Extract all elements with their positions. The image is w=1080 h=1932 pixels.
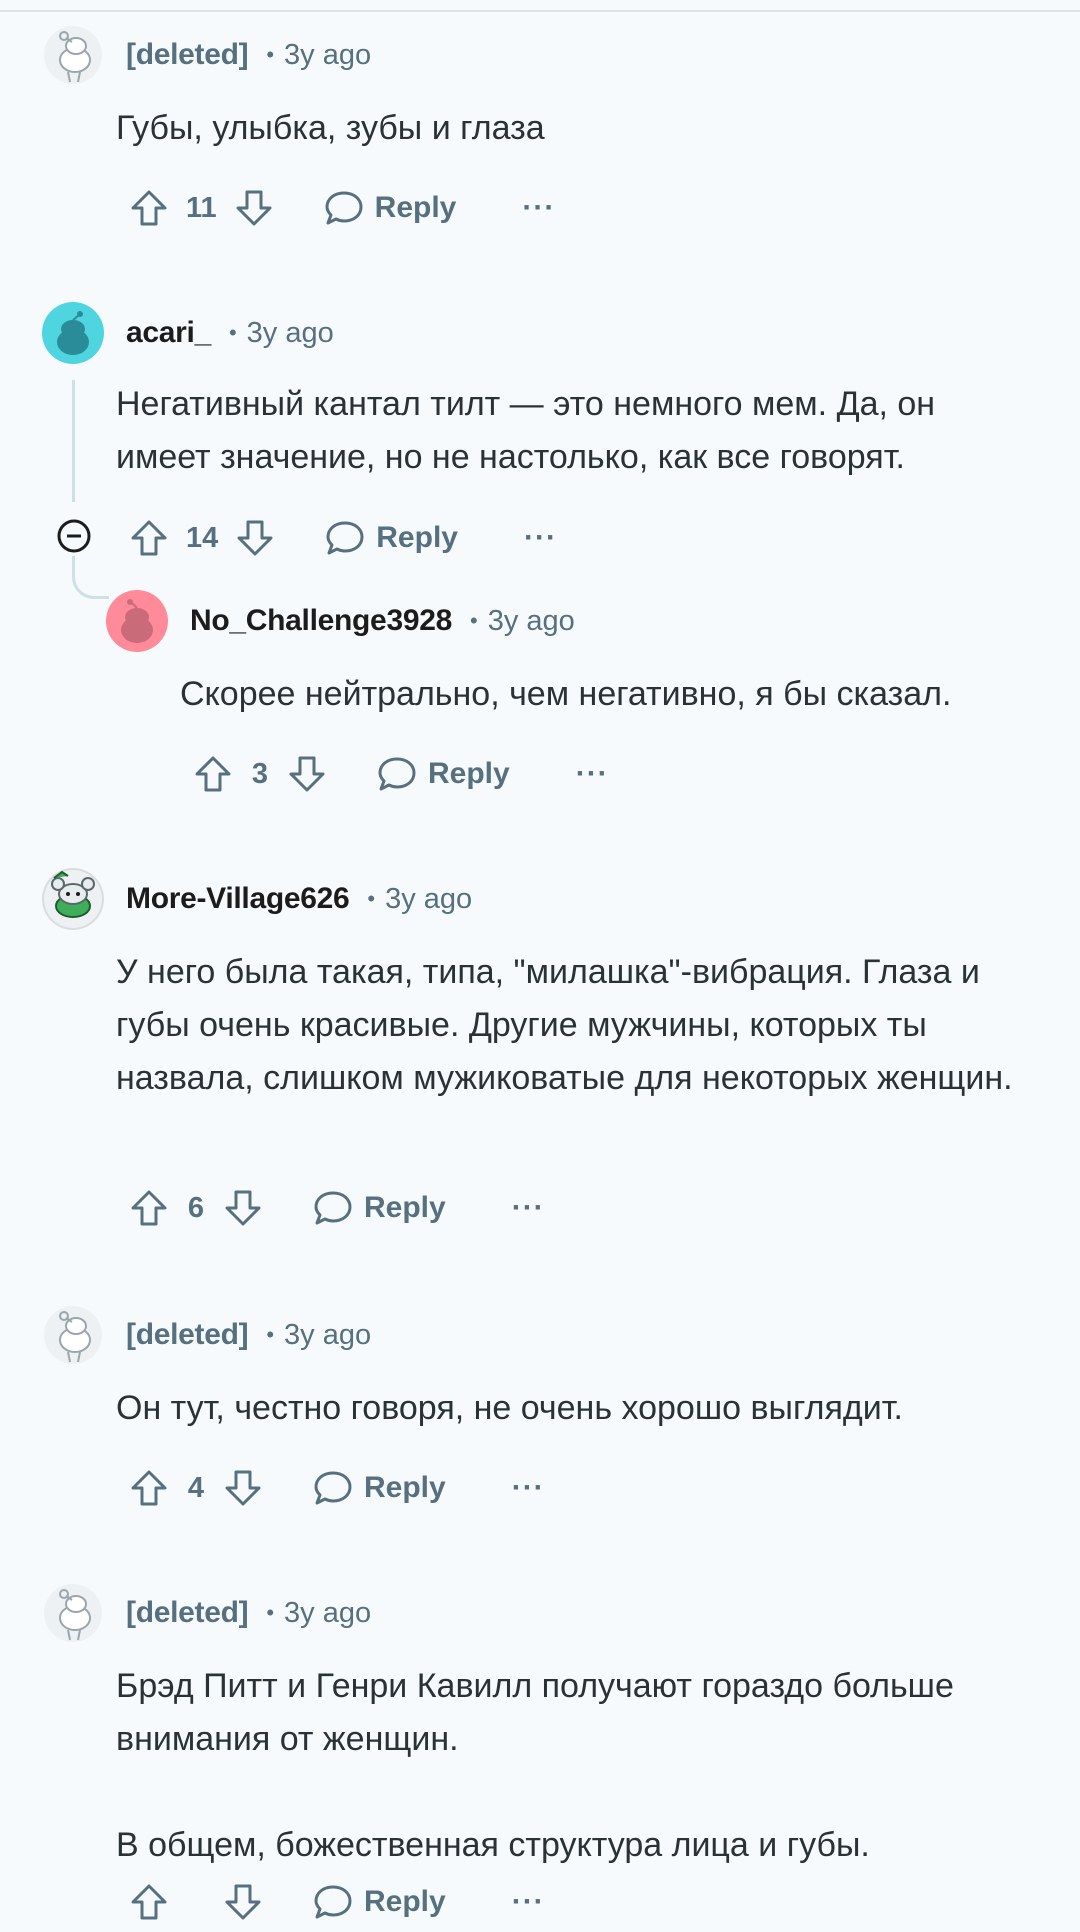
username[interactable]: No_Challenge3928 xyxy=(190,604,452,638)
comment-text: Негативный кантал тилт — это немного мем… xyxy=(116,385,936,476)
timestamp: 3y ago xyxy=(487,604,575,637)
speech-bubble-icon xyxy=(314,1471,352,1505)
username[interactable]: acari_ xyxy=(126,316,211,350)
reply-label: Reply xyxy=(364,1885,446,1918)
vote-count: 14 xyxy=(186,521,219,554)
timestamp: 3y ago xyxy=(284,38,372,71)
comment-actions: 4 Reply ··· xyxy=(126,1458,545,1518)
separator-dot: • xyxy=(266,1600,275,1625)
separator-dot: • xyxy=(266,1322,275,1347)
comment-text: У него была такая, типа, "милашка"-вибра… xyxy=(116,953,1013,1097)
comment-text: Брэд Питт и Генри Кавилл получают горазд… xyxy=(116,1667,954,1758)
separator-dot: • xyxy=(228,320,237,345)
downvote-arrow-icon[interactable] xyxy=(220,1185,266,1231)
comment-header: [deleted] • 3y ago xyxy=(42,24,371,86)
downvote-arrow-icon[interactable] xyxy=(220,1879,266,1925)
avatar[interactable] xyxy=(42,24,104,86)
more-options-button[interactable]: ··· xyxy=(512,1191,545,1225)
reply-button[interactable]: Reply xyxy=(324,517,458,559)
comment-body: Скорее нейтрально, чем негативно, я бы с… xyxy=(180,668,1040,721)
speech-bubble-icon xyxy=(314,1191,352,1225)
upvote-arrow-icon[interactable] xyxy=(126,185,172,231)
downvote-arrow-icon[interactable] xyxy=(284,751,330,797)
top-divider xyxy=(0,10,1080,12)
comment-header: More-Village626 • 3y ago xyxy=(42,868,472,930)
comment-header: [deleted] • 3y ago xyxy=(42,1304,371,1366)
comment-actions: 6 Reply ··· xyxy=(126,1178,545,1238)
reply-label: Reply xyxy=(364,1471,446,1504)
downvote-arrow-icon[interactable] xyxy=(220,1465,266,1511)
comment-actions: 11 Reply ··· xyxy=(126,178,555,238)
collapse-minus-icon[interactable] xyxy=(56,518,92,554)
comment-text: Губы, улыбка, зубы и глаза xyxy=(116,109,545,147)
comment-body: Негативный кантал тилт — это немного мем… xyxy=(116,378,1026,484)
separator-dot: • xyxy=(469,608,478,633)
avatar[interactable] xyxy=(42,1582,104,1644)
reply-label: Reply xyxy=(374,191,457,224)
upvote-arrow-icon[interactable] xyxy=(126,1879,172,1925)
thread-connector xyxy=(72,566,109,599)
comment-body: Брэд Питт и Генри Кавилл получают горазд… xyxy=(116,1660,976,1872)
reply-label: Reply xyxy=(428,757,510,790)
downvote-arrow-icon[interactable] xyxy=(232,515,278,561)
comment-actions: 14 Reply ··· xyxy=(126,508,557,568)
vote-count: 3 xyxy=(251,757,269,790)
reply-button[interactable]: Reply xyxy=(312,1467,446,1509)
more-options-button[interactable]: ··· xyxy=(512,1471,545,1505)
timestamp: 3y ago xyxy=(246,316,334,349)
avatar[interactable] xyxy=(42,302,104,364)
vote-count: 4 xyxy=(187,1471,205,1504)
comment-text: В общем, божественная структура лица и г… xyxy=(116,1826,870,1864)
vote-count: 11 xyxy=(186,191,217,224)
avatar[interactable] xyxy=(42,1304,104,1366)
thread-line xyxy=(72,380,75,502)
comment-body: У него была такая, типа, "милашка"-вибра… xyxy=(116,946,1026,1105)
reply-button[interactable]: Reply xyxy=(312,1881,446,1923)
speech-bubble-icon xyxy=(326,521,364,555)
upvote-arrow-icon[interactable] xyxy=(190,751,236,797)
upvote-arrow-icon[interactable] xyxy=(126,1185,172,1231)
reply-label: Reply xyxy=(364,1191,446,1224)
speech-bubble-icon xyxy=(314,1885,352,1919)
avatar[interactable] xyxy=(42,868,104,930)
downvote-arrow-icon[interactable] xyxy=(231,185,277,231)
username[interactable]: More-Village626 xyxy=(126,882,350,916)
more-options-button[interactable]: ··· xyxy=(512,1885,545,1919)
comment-header: acari_ • 3y ago xyxy=(42,302,334,364)
comment-text: Скорее нейтрально, чем негативно, я бы с… xyxy=(180,675,952,713)
reply-button[interactable]: Reply xyxy=(312,1187,446,1229)
separator-dot: • xyxy=(266,42,275,67)
avatar[interactable] xyxy=(106,590,168,652)
comment-text: Он тут, честно говоря, не очень хорошо в… xyxy=(116,1389,903,1427)
more-options-button[interactable]: ··· xyxy=(524,521,557,555)
speech-bubble-icon xyxy=(378,757,416,791)
more-options-button[interactable]: ··· xyxy=(576,757,609,791)
timestamp: 3y ago xyxy=(385,882,473,915)
timestamp: 3y ago xyxy=(284,1318,372,1351)
upvote-arrow-icon[interactable] xyxy=(126,515,172,561)
more-options-button[interactable]: ··· xyxy=(522,191,555,225)
reply-button[interactable]: Reply xyxy=(376,753,510,795)
comment-header: No_Challenge3928 • 3y ago xyxy=(106,590,575,652)
comment-actions: Reply ··· xyxy=(126,1872,545,1932)
comment-header: [deleted] • 3y ago xyxy=(42,1582,371,1644)
comment-body: Губы, улыбка, зубы и глаза xyxy=(116,102,1016,155)
username[interactable]: [deleted] xyxy=(126,1596,249,1630)
reply-label: Reply xyxy=(376,521,458,554)
comment-actions: 3 Reply ··· xyxy=(190,744,609,804)
username[interactable]: [deleted] xyxy=(126,1318,249,1352)
reply-button[interactable]: Reply xyxy=(323,187,457,229)
username[interactable]: [deleted] xyxy=(126,38,249,72)
separator-dot: • xyxy=(367,886,376,911)
comment-body: Он тут, честно говоря, не очень хорошо в… xyxy=(116,1382,1026,1435)
upvote-arrow-icon[interactable] xyxy=(126,1465,172,1511)
speech-bubble-icon xyxy=(325,191,363,225)
timestamp: 3y ago xyxy=(284,1596,372,1629)
vote-count: 6 xyxy=(187,1191,205,1224)
